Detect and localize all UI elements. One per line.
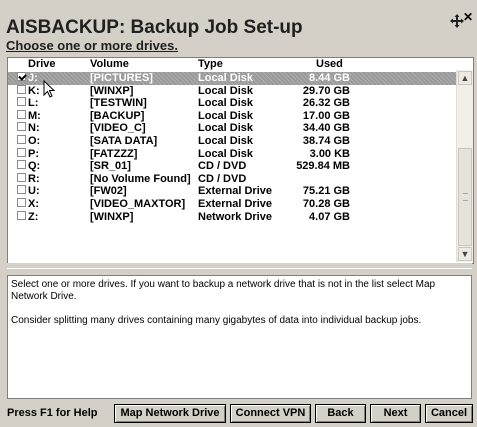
- drive-letter: O:: [28, 135, 41, 147]
- drive-volume: [FW02]: [90, 185, 127, 198]
- help-text-panel: Select one or more drives. If you want t…: [7, 275, 472, 399]
- drive-type: External Drive: [198, 198, 272, 210]
- drive-letter: N:: [28, 122, 40, 135]
- page-title: AISBACKUP: Backup Job Set-up: [6, 17, 303, 38]
- drive-used: 4.07 GB: [309, 210, 350, 223]
- map-network-drive-button[interactable]: Map Network Drive: [114, 404, 226, 423]
- splitter-bar[interactable]: [7, 263, 472, 269]
- drive-checkbox[interactable]: [17, 109, 26, 119]
- drive-volume: [BACKUP]: [90, 109, 145, 122]
- drive-type: Local Disk: [198, 84, 254, 97]
- drive-type: CD / DVD: [198, 160, 247, 173]
- drive-letter: R:: [28, 172, 40, 185]
- drive-row[interactable]: R: [No Volume Found] CD / DVD: [8, 172, 456, 186]
- move-icon[interactable]: [450, 14, 464, 28]
- drive-used: 26.32 GB: [302, 97, 350, 110]
- drive-volume: [No Volume Found]: [90, 172, 191, 185]
- drive-checkbox[interactable]: [17, 210, 26, 220]
- vertical-scrollbar[interactable]: ▲ ▼: [456, 70, 473, 262]
- drive-volume: [TESTWIN]: [90, 97, 147, 110]
- column-header-used[interactable]: Used: [316, 58, 343, 70]
- drive-row[interactable]: X: [VIDEO_MAXTOR] External Drive 70.28 GB: [8, 198, 456, 211]
- drive-type: External Drive: [198, 185, 272, 198]
- drive-checkbox[interactable]: [17, 147, 26, 157]
- drive-used: 29.70 GB: [302, 84, 350, 97]
- column-header-volume[interactable]: Volume: [90, 58, 129, 70]
- drive-used: 70.28 GB: [302, 198, 350, 210]
- drive-type: Local Disk: [198, 147, 254, 160]
- drive-volume: [VIDEO_C]: [90, 122, 146, 135]
- drive-volume: [PICTURES]: [90, 72, 153, 84]
- drive-checkbox[interactable]: [17, 172, 26, 182]
- drive-row[interactable]: N: [VIDEO_C] Local Disk 34.40 GB: [8, 122, 456, 135]
- back-button[interactable]: Back: [315, 404, 366, 423]
- drive-letter: J:: [28, 72, 38, 84]
- drive-volume: [SATA DATA]: [90, 135, 158, 147]
- drive-row[interactable]: Z: [WINXP] Network Drive 4.07 GB: [8, 210, 456, 224]
- drive-letter: X:: [28, 198, 39, 210]
- next-button[interactable]: Next: [370, 404, 421, 423]
- drive-used: 3.00 KB: [309, 147, 350, 160]
- drive-checkbox[interactable]: [17, 72, 26, 81]
- drive-volume: [WINXP]: [90, 84, 134, 97]
- close-icon[interactable]: ✕: [463, 10, 473, 24]
- drive-type: Local Disk: [198, 97, 254, 110]
- button-bar: Press F1 for Help Map Network Drive Conn…: [0, 404, 477, 424]
- drive-checkbox[interactable]: [17, 160, 26, 170]
- drive-checkbox[interactable]: [17, 84, 26, 94]
- column-header-type[interactable]: Type: [198, 58, 223, 70]
- help-hint: Press F1 for Help: [7, 407, 98, 419]
- page-subtitle: Choose one or more drives.: [6, 38, 178, 53]
- drive-volume: [VIDEO_MAXTOR]: [90, 198, 186, 210]
- drive-letter: Q:: [28, 160, 41, 173]
- drive-checkbox[interactable]: [17, 97, 26, 107]
- scrollbar-thumb[interactable]: [458, 148, 472, 246]
- drive-used: 17.00 GB: [302, 109, 350, 122]
- drive-row[interactable]: J: [PICTURES] Local Disk 8.44 GB: [8, 72, 456, 85]
- drive-type: Local Disk: [198, 122, 254, 135]
- drive-checkbox[interactable]: [17, 135, 26, 144]
- drive-used: 529.84 MB: [296, 160, 350, 173]
- drive-row[interactable]: O: [SATA DATA] Local Disk 38.74 GB: [8, 135, 456, 148]
- drive-row[interactable]: K: [WINXP] Local Disk 29.70 GB: [8, 84, 456, 98]
- drive-row[interactable]: Q: [SR_01] CD / DVD 529.84 MB: [8, 160, 456, 173]
- scroll-up-icon[interactable]: ▲: [458, 71, 472, 85]
- drive-checkbox[interactable]: [17, 122, 26, 132]
- connect-vpn-button[interactable]: Connect VPN: [230, 404, 311, 423]
- help-text-line-2: Consider splitting many drives containin…: [11, 315, 422, 326]
- drive-type: Local Disk: [198, 109, 254, 122]
- scroll-down-icon[interactable]: ▼: [458, 247, 472, 261]
- drive-type: Local Disk: [198, 72, 254, 84]
- drive-volume: [SR_01]: [90, 160, 131, 173]
- drive-volume: [FATZZZ]: [90, 147, 138, 160]
- cancel-button[interactable]: Cancel: [425, 404, 473, 423]
- drive-volume: [WINXP]: [90, 210, 134, 223]
- drive-type: Network Drive: [198, 210, 272, 223]
- drive-letter: Z:: [28, 210, 39, 223]
- arrow-cursor-icon: [43, 80, 56, 98]
- drive-row[interactable]: L: [TESTWIN] Local Disk 26.32 GB: [8, 97, 456, 110]
- drive-letter: M:: [28, 109, 41, 122]
- drive-row[interactable]: P: [FATZZZ] Local Disk 3.00 KB: [8, 147, 456, 161]
- drive-letter: K:: [28, 84, 40, 97]
- drive-used: 75.21 GB: [302, 185, 350, 198]
- drive-letter: L:: [28, 97, 39, 110]
- drive-list[interactable]: Drive Volume Type Used J: [PICTURES] Local…: [7, 57, 474, 264]
- drive-letter: U:: [28, 185, 40, 198]
- drive-row[interactable]: M: [BACKUP] Local Disk 17.00 GB: [8, 109, 456, 123]
- drive-list-header: Drive Volume Type Used: [8, 58, 456, 71]
- drive-checkbox[interactable]: [17, 185, 26, 195]
- drive-letter: P:: [28, 147, 39, 160]
- drive-type: CD / DVD: [198, 172, 247, 185]
- drive-used: 34.40 GB: [302, 122, 350, 135]
- drive-row[interactable]: U: [FW02] External Drive 75.21 GB: [8, 185, 456, 198]
- drive-used: 8.44 GB: [309, 72, 350, 84]
- help-text-line-1: Select one or more drives. If you want t…: [11, 279, 436, 302]
- drive-checkbox[interactable]: [17, 198, 26, 207]
- drive-type: Local Disk: [198, 135, 254, 147]
- drive-used: 38.74 GB: [302, 135, 350, 147]
- column-header-drive[interactable]: Drive: [28, 58, 56, 70]
